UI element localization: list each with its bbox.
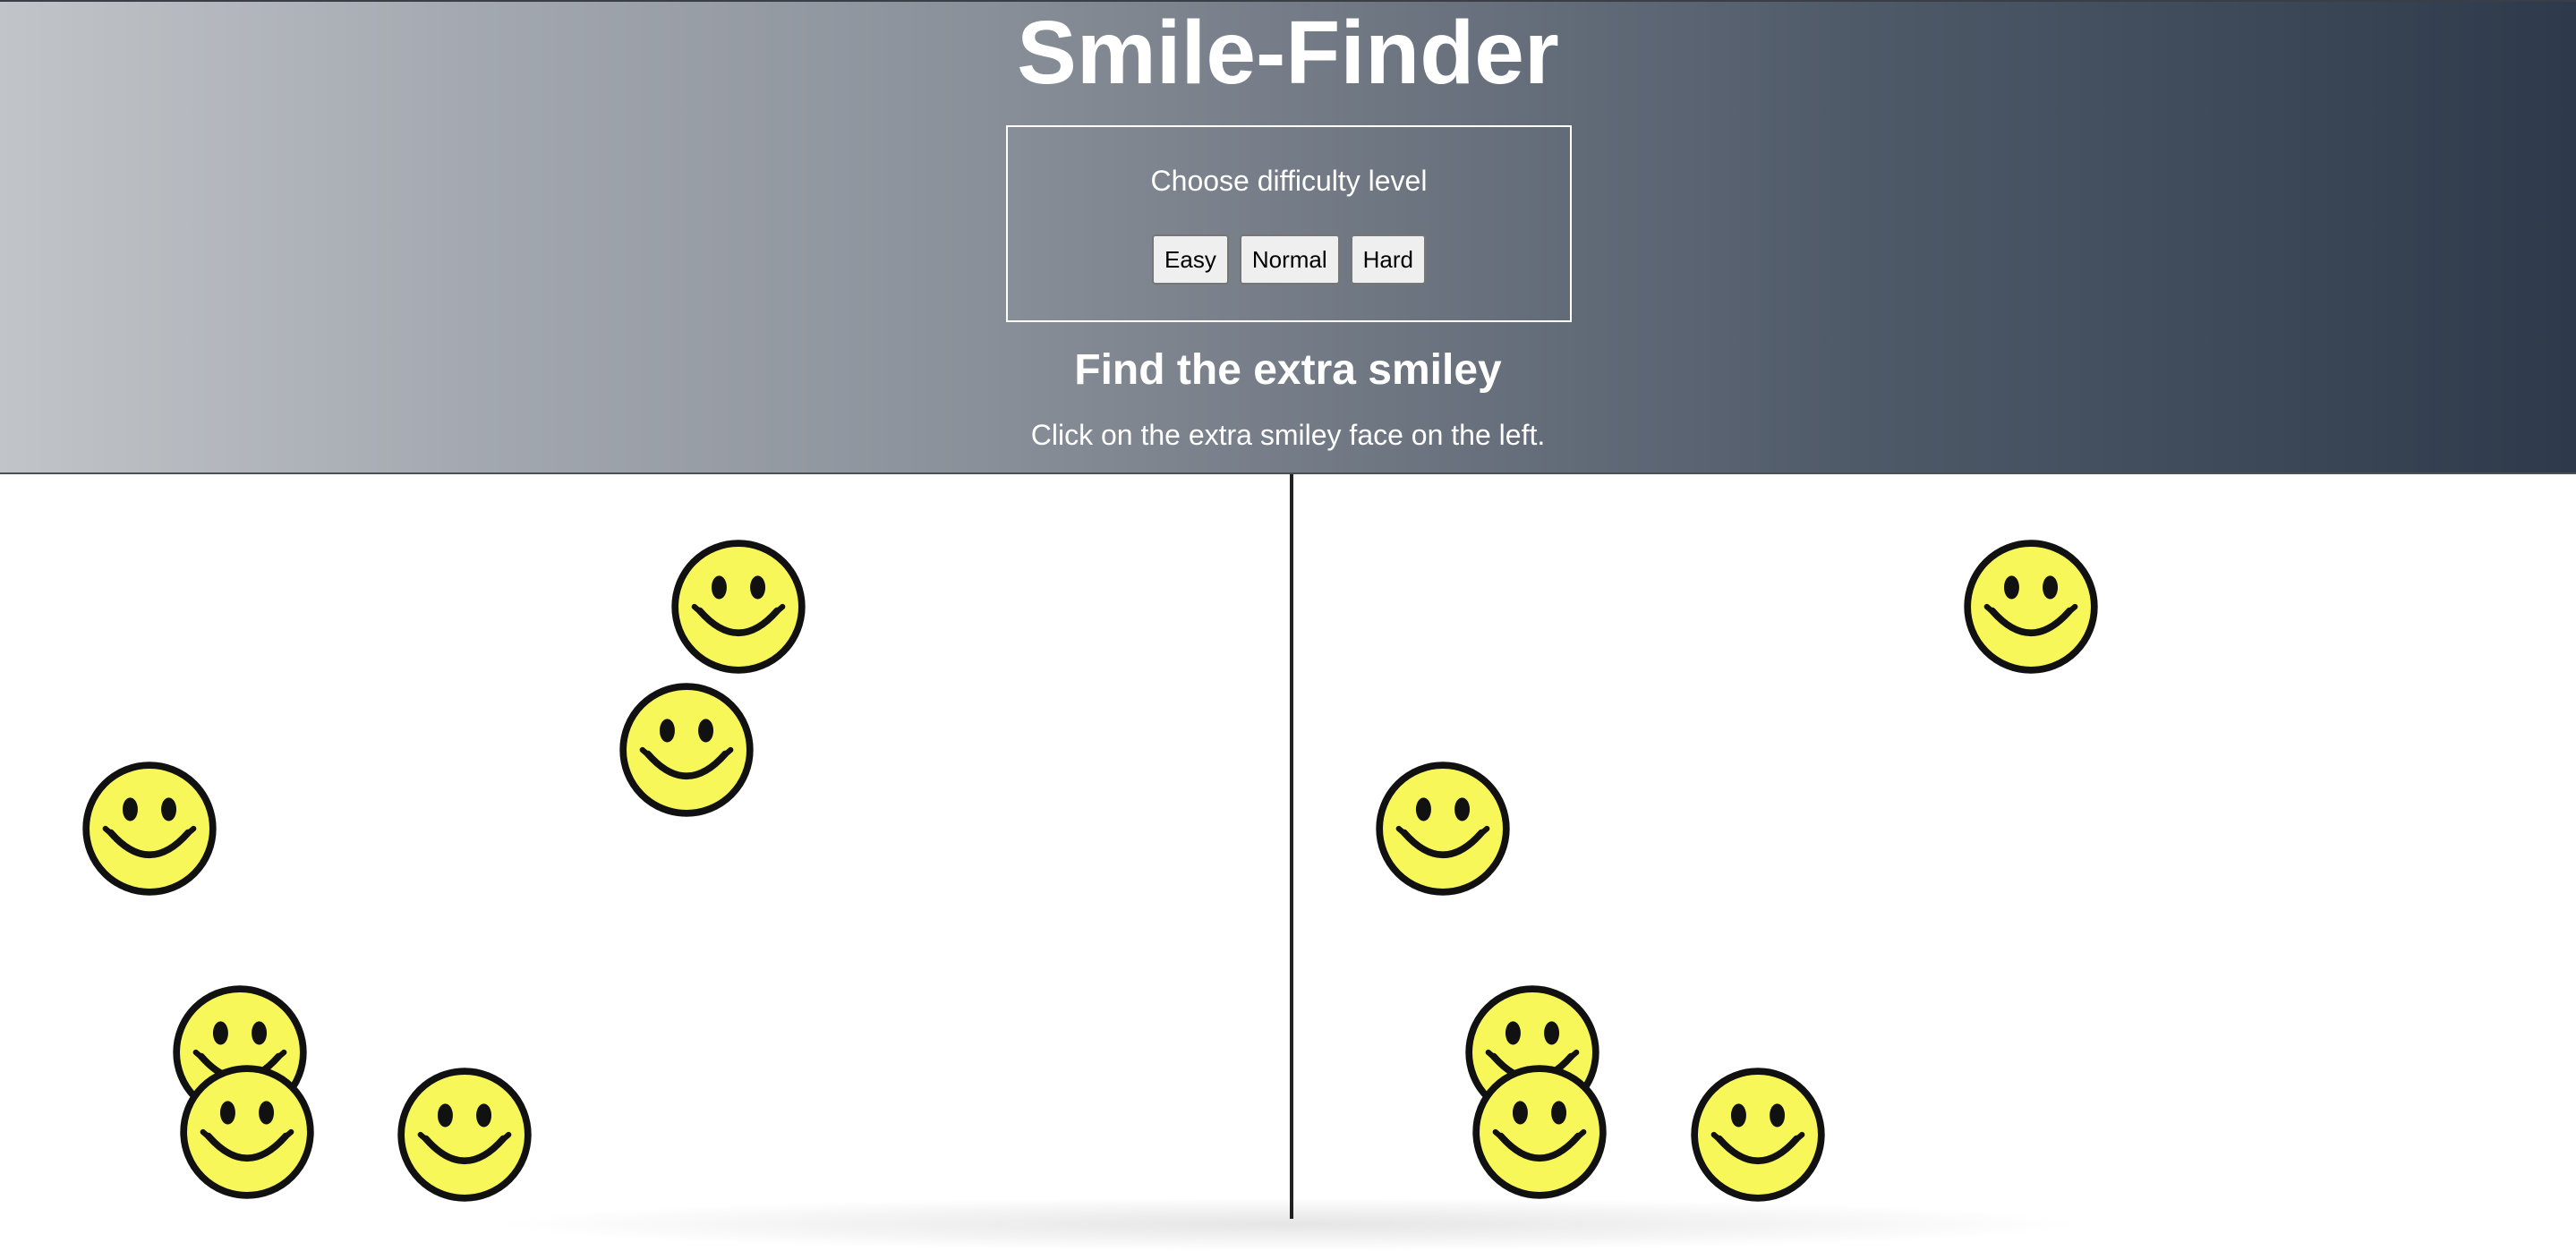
smiley-face-icon xyxy=(1374,760,1512,898)
right-board xyxy=(1293,474,2576,1242)
instruction-heading: Find the extra smiley xyxy=(1074,346,1502,394)
smiley-face-icon[interactable] xyxy=(670,538,807,676)
easy-button[interactable]: Easy xyxy=(1152,234,1229,285)
page-title: Smile-Finder xyxy=(1017,3,1559,103)
hard-button[interactable]: Hard xyxy=(1350,234,1426,285)
difficulty-button-group: Easy Normal Hard xyxy=(1008,234,1570,285)
smiley-face-icon[interactable] xyxy=(81,760,218,898)
game-header: Smile-Finder Choose difficulty level Eas… xyxy=(0,0,2576,474)
normal-button[interactable]: Normal xyxy=(1239,234,1340,285)
difficulty-label: Choose difficulty level xyxy=(1150,165,1428,197)
smiley-face-icon[interactable] xyxy=(396,1066,533,1204)
smiley-face-icon xyxy=(1962,538,2100,676)
left-board[interactable] xyxy=(0,474,1290,1242)
difficulty-panel: Choose difficulty level Easy Normal Hard xyxy=(1006,125,1572,322)
instruction-text: Click on the extra smiley face on the le… xyxy=(1030,419,1546,451)
smiley-face-icon[interactable] xyxy=(618,681,755,819)
smiley-face-icon[interactable] xyxy=(178,1063,316,1201)
smiley-face-icon xyxy=(1689,1066,1827,1204)
smiley-face-icon xyxy=(1471,1063,1608,1201)
